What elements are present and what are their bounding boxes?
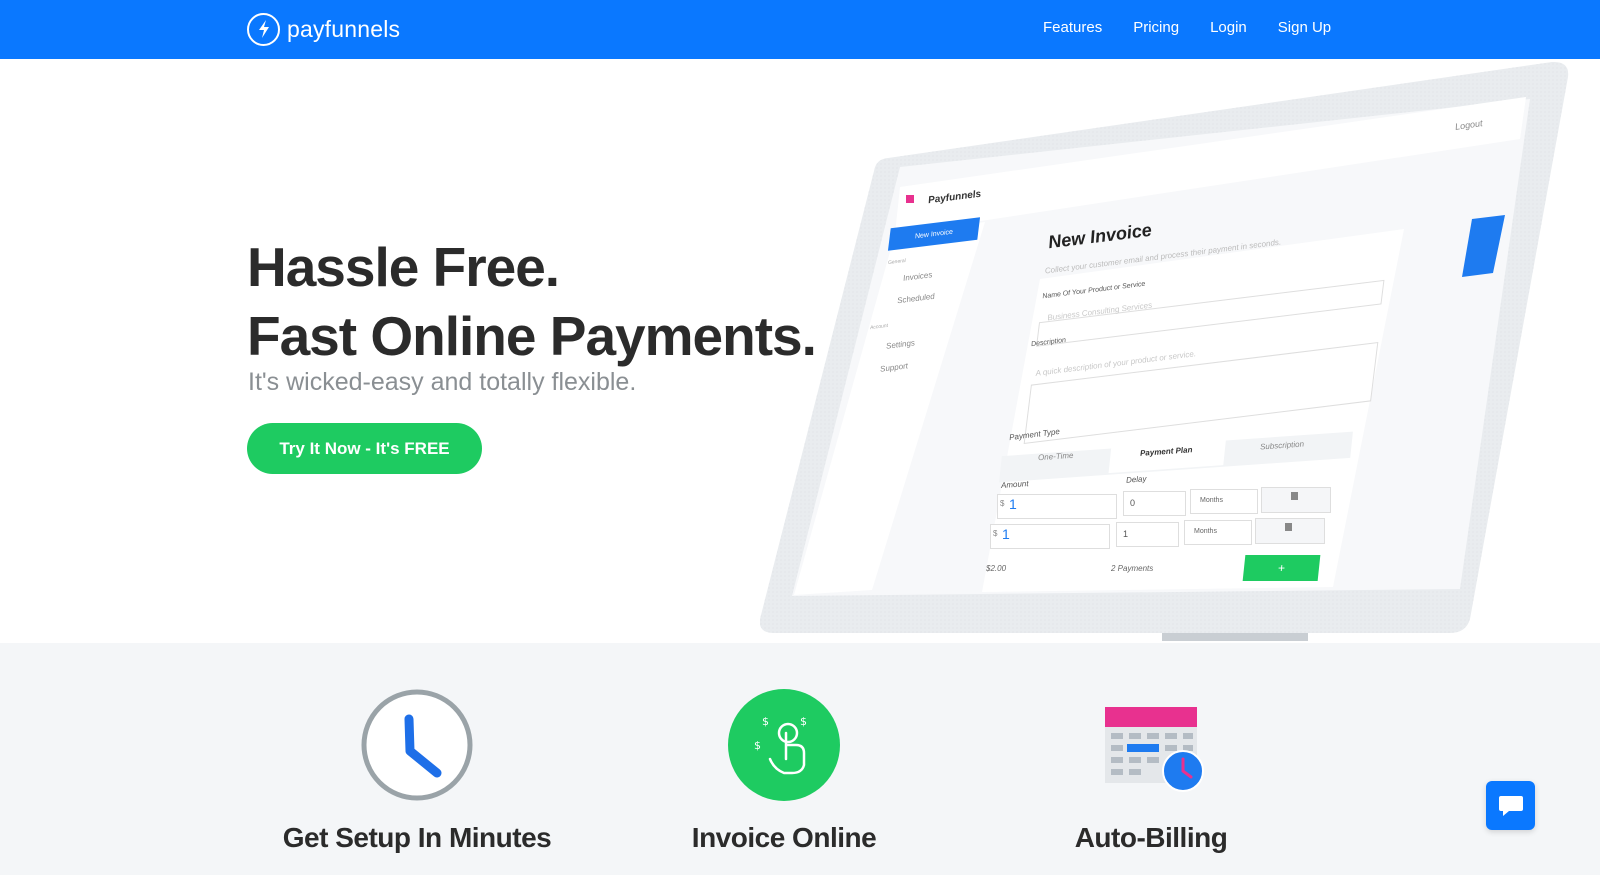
feature-setup-title: Get Setup In Minutes [282,822,552,853]
hero-section: Hassle Free. Fast Online Payments. It's … [0,59,1600,643]
hero-headline-line2: Fast Online Payments. [247,305,817,367]
svg-text:$: $ [754,739,761,752]
feature-autobilling-title: Auto-Billing [1074,822,1228,853]
svg-text:$: $ [762,715,769,728]
monitor-illustration [760,61,1569,641]
try-it-now-button[interactable]: Try It Now - It's FREE [247,423,482,474]
nav-links: Features Pricing Login Sign Up [1043,19,1362,36]
hero-headline-line1: Hassle Free. [247,236,560,298]
nav-link-signup[interactable]: Sign Up [1278,19,1331,36]
nav-link-pricing[interactable]: Pricing [1133,19,1179,36]
svg-text:$: $ [800,715,807,728]
feature-invoice-title: Invoice Online [691,822,877,853]
nav-link-features[interactable]: Features [1043,19,1102,36]
tap-payment-icon: $ $ $ [614,689,954,801]
features-section: Get Setup In Minutes $ $ $ Invoice Onlin… [0,643,1600,875]
calendar-clock-icon [981,689,1321,801]
chat-widget-button[interactable] [1486,781,1535,830]
clock-icon [247,689,587,801]
logo[interactable]: payfunnels [247,12,400,46]
chat-bubble-icon [1498,795,1523,816]
nav-link-login[interactable]: Login [1210,19,1247,36]
logo-text: payfunnels [287,15,401,42]
hero-subheadline: It's wicked-easy and totally flexible. [248,368,637,396]
lightning-bolt-icon [247,12,280,46]
top-navbar: payfunnels Features Pricing Login Sign U… [0,0,1600,59]
